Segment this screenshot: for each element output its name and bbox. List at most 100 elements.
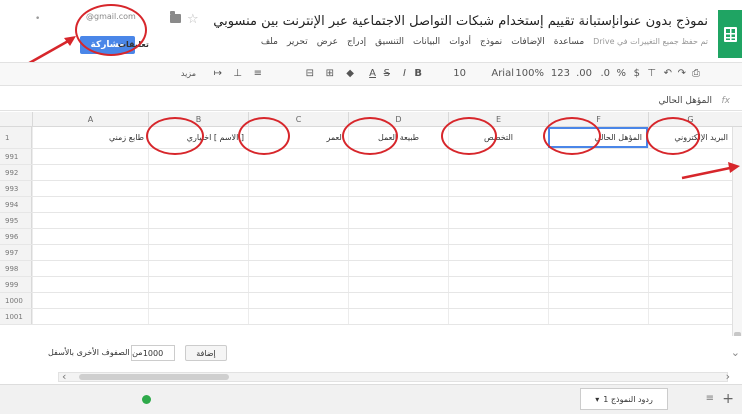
cell-a1[interactable]: طابع زمني <box>32 127 148 148</box>
table-cell[interactable] <box>448 261 548 276</box>
horizontal-scrollbar[interactable] <box>58 372 728 382</box>
table-cell[interactable] <box>548 181 648 196</box>
table-cell[interactable] <box>348 261 448 276</box>
table-cell[interactable] <box>548 309 648 324</box>
col-header-e[interactable]: E <box>448 112 548 127</box>
menu-insert[interactable]: إدراج <box>347 37 366 47</box>
menu-addons[interactable]: الإضافات <box>511 37 545 47</box>
table-cell[interactable] <box>32 165 148 180</box>
table-cell[interactable] <box>148 245 248 260</box>
table-cell[interactable] <box>348 181 448 196</box>
cell-c1[interactable]: العمر <box>248 127 348 148</box>
table-cell[interactable] <box>32 261 148 276</box>
table-cell[interactable] <box>648 261 732 276</box>
table-cell[interactable] <box>448 293 548 308</box>
table-cell[interactable] <box>32 197 148 212</box>
borders-button[interactable]: ⊞ <box>326 68 334 79</box>
table-cell[interactable] <box>248 197 348 212</box>
col-header-b[interactable]: B <box>148 112 248 127</box>
cell-e1[interactable]: التخصص <box>448 127 548 148</box>
formula-input[interactable]: المؤهل الحالي <box>658 96 712 106</box>
comments-label[interactable]: تعليقات <box>118 40 149 49</box>
cell-b1[interactable]: [ الاسم ] اختياري <box>148 127 248 148</box>
row-number[interactable]: 993 <box>0 181 32 196</box>
menu-form[interactable]: نموذج <box>480 37 502 47</box>
col-header-g[interactable]: G <box>648 112 732 127</box>
table-cell[interactable] <box>248 293 348 308</box>
col-header-d[interactable]: D <box>348 112 448 127</box>
menu-edit[interactable]: تحرير <box>287 37 308 47</box>
add-sheet-button[interactable]: + <box>722 391 734 407</box>
col-header-c[interactable]: C <box>248 112 348 127</box>
row-number[interactable]: 995 <box>0 213 32 228</box>
table-cell[interactable] <box>248 277 348 292</box>
menu-tools[interactable]: أدوات <box>449 37 471 47</box>
row-number[interactable]: 996 <box>0 229 32 244</box>
table-cell[interactable] <box>248 245 348 260</box>
wrap-button[interactable]: ↦ <box>214 68 222 79</box>
table-cell[interactable] <box>348 165 448 180</box>
table-cell[interactable] <box>448 181 548 196</box>
table-cell[interactable] <box>148 197 248 212</box>
table-cell[interactable] <box>648 197 732 212</box>
menu-help[interactable]: مساعدة <box>554 37 584 47</box>
table-cell[interactable] <box>448 165 548 180</box>
table-cell[interactable] <box>348 309 448 324</box>
cell-d1[interactable]: طبيعة العمل <box>348 127 448 148</box>
table-cell[interactable] <box>648 213 732 228</box>
folder-icon[interactable] <box>170 11 181 23</box>
table-cell[interactable] <box>148 213 248 228</box>
font-select[interactable]: Arial <box>491 68 514 79</box>
undo-button[interactable]: ↶ <box>664 68 672 79</box>
last-edit-status[interactable]: تم حفظ جميع التغييرات في Drive <box>593 37 708 47</box>
table-cell[interactable] <box>448 213 548 228</box>
chevron-down-icon[interactable]: ⌄ <box>731 346 740 359</box>
table-cell[interactable] <box>32 309 148 324</box>
star-icon[interactable]: ☆ <box>187 12 199 27</box>
row-number[interactable]: 1001 <box>0 309 32 324</box>
table-cell[interactable] <box>248 149 348 164</box>
account-email[interactable]: @gmail.com <box>86 12 136 21</box>
spreadsheet-grid[interactable]: G F E D C B A 1 البريد الإلكتروني المؤهل… <box>0 112 742 336</box>
table-cell[interactable] <box>148 293 248 308</box>
table-cell[interactable] <box>648 293 732 308</box>
table-cell[interactable] <box>548 293 648 308</box>
table-cell[interactable] <box>548 165 648 180</box>
table-cell[interactable] <box>248 261 348 276</box>
row-number[interactable]: 999 <box>0 277 32 292</box>
strikethrough-button[interactable]: S <box>384 68 390 79</box>
chevron-down-icon[interactable]: ▾ <box>595 395 599 404</box>
cell-g1[interactable]: البريد الإلكتروني <box>648 127 732 148</box>
align-button[interactable]: ≡ <box>254 68 262 79</box>
table-cell[interactable] <box>548 197 648 212</box>
font-size-select[interactable]: 10 <box>453 68 466 79</box>
table-cell[interactable] <box>32 293 148 308</box>
table-cell[interactable] <box>148 309 248 324</box>
table-cell[interactable] <box>448 277 548 292</box>
number-format-button[interactable]: 123 <box>551 68 570 79</box>
print-button[interactable]: ⎙ <box>692 68 700 79</box>
col-header-a[interactable]: A <box>32 112 148 127</box>
table-cell[interactable] <box>32 149 148 164</box>
table-cell[interactable] <box>348 197 448 212</box>
table-cell[interactable] <box>248 181 348 196</box>
table-cell[interactable] <box>32 181 148 196</box>
table-cell[interactable] <box>548 149 648 164</box>
sheet-tab-form-responses[interactable]: ردود النموذج 1 ▾ <box>580 388 668 410</box>
table-cell[interactable] <box>448 149 548 164</box>
table-cell[interactable] <box>32 277 148 292</box>
table-cell[interactable] <box>448 197 548 212</box>
increase-decimal-button[interactable]: .00 <box>576 68 592 79</box>
table-cell[interactable] <box>348 277 448 292</box>
table-cell[interactable] <box>448 229 548 244</box>
table-cell[interactable] <box>548 261 648 276</box>
table-cell[interactable] <box>148 261 248 276</box>
bold-button[interactable]: B <box>414 68 422 79</box>
document-title[interactable]: نموذج بدون عنوانإستبانة تقييم إستخدام شب… <box>208 14 708 29</box>
chevron-left-icon[interactable]: ‹ <box>62 370 66 383</box>
table-cell[interactable] <box>148 181 248 196</box>
decrease-decimal-button[interactable]: .0 <box>600 68 610 79</box>
table-cell[interactable] <box>148 165 248 180</box>
menu-data[interactable]: البيانات <box>413 37 440 47</box>
table-cell[interactable] <box>448 245 548 260</box>
